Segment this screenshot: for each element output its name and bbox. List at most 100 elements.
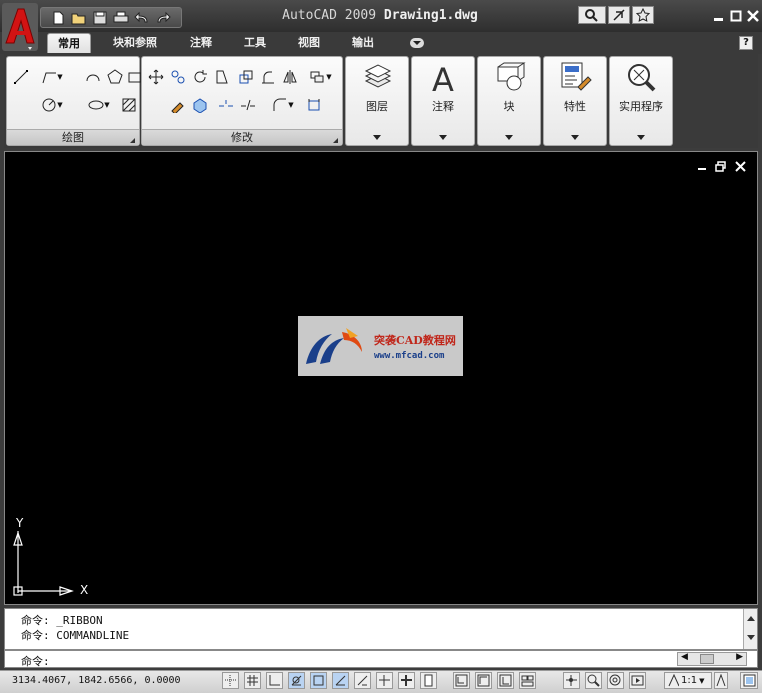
arc-tool-icon[interactable] bbox=[83, 67, 103, 87]
chevron-down-icon bbox=[439, 135, 447, 140]
chevron-down-icon bbox=[373, 135, 381, 140]
trim-tool-icon[interactable] bbox=[236, 67, 256, 87]
annotation-panel[interactable]: A 注释 bbox=[411, 56, 475, 146]
grid-toggle-icon[interactable] bbox=[244, 672, 261, 689]
chamfer-tool-icon[interactable]: ▼ bbox=[266, 95, 300, 115]
search-icon[interactable] bbox=[578, 6, 606, 24]
application-menu-button[interactable] bbox=[2, 3, 38, 51]
fillet-tool-icon[interactable] bbox=[258, 67, 278, 87]
undo-icon[interactable] bbox=[133, 10, 151, 26]
tab-output[interactable]: 输出 bbox=[344, 33, 382, 53]
tab-blocks-references[interactable]: 块和参照 bbox=[106, 33, 164, 53]
utilities-panel[interactable]: 实用程序 bbox=[609, 56, 673, 146]
viewport-close-button[interactable] bbox=[735, 161, 746, 172]
annotation-visibility-icon[interactable] bbox=[714, 672, 728, 689]
line-tool-icon[interactable] bbox=[11, 67, 31, 87]
close-button[interactable] bbox=[746, 10, 760, 24]
properties-panel[interactable]: 特性 bbox=[543, 56, 607, 146]
chevron-down-icon[interactable] bbox=[746, 635, 755, 640]
model-space-icon[interactable] bbox=[453, 672, 470, 689]
lineweight-toggle-icon[interactable] bbox=[398, 672, 415, 689]
block-panel[interactable]: 块 bbox=[477, 56, 541, 146]
hatch-tool-icon[interactable] bbox=[119, 95, 139, 115]
open-icon[interactable] bbox=[70, 10, 88, 26]
match-properties-icon[interactable] bbox=[168, 95, 188, 115]
drawing-canvas[interactable] bbox=[4, 151, 758, 605]
utilities-icon bbox=[628, 64, 656, 92]
break-tool-icon[interactable] bbox=[216, 95, 236, 115]
autocad-logo-icon bbox=[2, 3, 38, 51]
annotation-scale[interactable]: 1:1 ▼ bbox=[664, 672, 712, 689]
svg-text:A: A bbox=[432, 61, 454, 95]
layers-icon bbox=[364, 64, 392, 88]
favorites-icon[interactable] bbox=[632, 6, 654, 24]
command-history: 命令: _RIBBON 命令: COMMANDLINE bbox=[4, 608, 758, 650]
rotate-tool-icon[interactable] bbox=[190, 67, 210, 87]
minimize-button[interactable] bbox=[712, 10, 726, 24]
communication-icon[interactable] bbox=[608, 6, 630, 24]
chevron-up-icon[interactable] bbox=[746, 616, 755, 621]
copy-tool-icon[interactable] bbox=[168, 67, 188, 87]
ribbon-options-button[interactable] bbox=[410, 38, 424, 48]
annotation-icon: A bbox=[432, 61, 454, 95]
pan-icon[interactable] bbox=[563, 672, 580, 689]
layout2-icon[interactable] bbox=[497, 672, 514, 689]
command-line-input[interactable]: 命令: ◀ ▶ bbox=[4, 650, 758, 668]
print-icon[interactable] bbox=[112, 10, 130, 26]
command-hscrollbar[interactable]: ◀ ▶ bbox=[677, 652, 747, 666]
tab-view[interactable]: 视图 bbox=[290, 33, 328, 53]
layers-panel[interactable]: 图层 bbox=[345, 56, 409, 146]
chevron-down-icon bbox=[571, 135, 579, 140]
tab-home[interactable]: 常用 bbox=[47, 33, 91, 53]
clean-screen-icon[interactable] bbox=[740, 672, 758, 689]
chevron-down-icon: ▼ bbox=[699, 676, 705, 685]
extend-3d-icon[interactable] bbox=[190, 95, 210, 115]
otrack-toggle-icon[interactable] bbox=[332, 672, 349, 689]
redo-icon[interactable] bbox=[154, 10, 172, 26]
scroll-thumb[interactable] bbox=[700, 654, 714, 664]
polyline-tool-icon[interactable]: ▼ bbox=[35, 67, 69, 87]
showmotion-icon[interactable] bbox=[629, 672, 646, 689]
help-button[interactable]: ? bbox=[739, 36, 753, 50]
modify-panel-title[interactable]: 修改 bbox=[142, 129, 342, 145]
dyn-toggle-icon[interactable] bbox=[376, 672, 393, 689]
new-icon[interactable] bbox=[49, 10, 67, 26]
document-name: Drawing1.dwg bbox=[383, 8, 478, 23]
mfcad-logo-icon bbox=[306, 328, 362, 364]
array-tool-icon[interactable]: ▼ bbox=[304, 67, 338, 87]
command-scrollbar[interactable] bbox=[743, 609, 757, 649]
command-prompt: 命令: bbox=[21, 655, 50, 668]
chevron-down-icon bbox=[413, 41, 421, 45]
ellipse-tool-icon[interactable]: ▼ bbox=[81, 95, 117, 115]
stretch-tool-icon[interactable] bbox=[212, 67, 232, 87]
draw-panel-title[interactable]: 绘图 bbox=[7, 129, 139, 145]
polygon-tool-icon[interactable] bbox=[105, 67, 125, 87]
quick-view-layouts-icon[interactable] bbox=[519, 672, 536, 689]
tab-annotate[interactable]: 注释 bbox=[182, 33, 220, 53]
osnap-toggle-icon[interactable] bbox=[310, 672, 327, 689]
snap-toggle-icon[interactable] bbox=[222, 672, 239, 689]
app-name: AutoCAD 2009 bbox=[282, 8, 377, 23]
viewport-minimize-button[interactable] bbox=[697, 161, 708, 172]
save-icon[interactable] bbox=[91, 10, 109, 26]
circle-tool-icon[interactable]: ▼ bbox=[35, 95, 69, 115]
explode-tool-icon[interactable] bbox=[304, 95, 324, 115]
maximize-button[interactable] bbox=[729, 10, 743, 24]
polar-toggle-icon[interactable] bbox=[288, 672, 305, 689]
coordinate-readout[interactable]: 3134.4067, 1842.6566, 0.0000 bbox=[12, 675, 181, 686]
zoom-icon[interactable] bbox=[585, 672, 602, 689]
quick-properties-icon[interactable] bbox=[420, 672, 437, 689]
draw-panel: ▼ ▼ ▼ 绘图 bbox=[6, 56, 142, 146]
ducs-toggle-icon[interactable] bbox=[354, 672, 371, 689]
move-tool-icon[interactable] bbox=[146, 67, 166, 87]
join-tool-icon[interactable] bbox=[238, 95, 258, 115]
mirror-tool-icon[interactable] bbox=[280, 67, 300, 87]
viewport-restore-button[interactable] bbox=[715, 161, 726, 172]
ortho-toggle-icon[interactable] bbox=[266, 672, 283, 689]
watermark-url: www.mfcad.com bbox=[374, 351, 445, 361]
layout1-icon[interactable] bbox=[475, 672, 492, 689]
chevron-left-icon[interactable]: ◀ bbox=[681, 652, 688, 662]
steering-wheel-icon[interactable] bbox=[607, 672, 624, 689]
tab-tools[interactable]: 工具 bbox=[236, 33, 274, 53]
chevron-right-icon[interactable]: ▶ bbox=[736, 652, 743, 662]
